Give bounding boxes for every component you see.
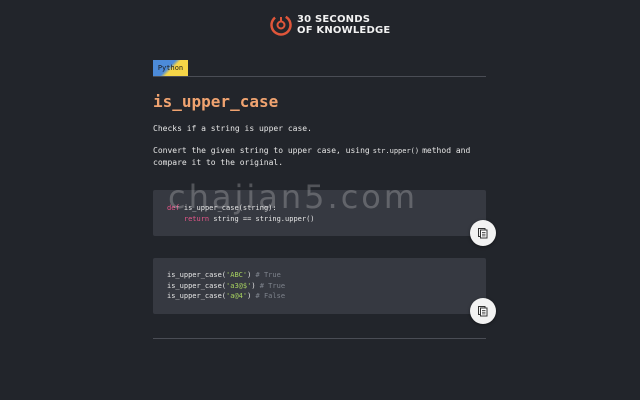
logo-line-2: OF KNOWLEDGE <box>297 25 391 36</box>
example-comment: # True <box>251 271 281 279</box>
copy-icon <box>478 228 488 239</box>
language-tag[interactable]: Python <box>153 60 188 76</box>
logo-text: 30 SECONDS OF KNOWLEDGE <box>297 14 390 36</box>
inline-code: str.upper() <box>372 147 420 155</box>
snippet-description: Checks if a string is upper case. <box>153 124 312 133</box>
example-line: is_upper_case('ABC') # True <box>167 270 281 281</box>
example-line: is_upper_case('a@4') # False <box>167 291 285 302</box>
copy-icon <box>478 306 488 317</box>
example-arg: 'a@4' <box>226 292 248 300</box>
watermark: chajian5.com <box>168 178 419 216</box>
example-call: is_upper_case( <box>167 292 227 300</box>
example-comment: # True <box>255 281 286 290</box>
snippet-title: is_upper_case <box>153 92 279 111</box>
copy-examples-button[interactable] <box>470 298 496 324</box>
examples-block[interactable]: is_upper_case('ABC') # True is_upper_cas… <box>153 258 486 314</box>
example-arg: 'ABC' <box>226 271 248 279</box>
example-comment: # False <box>251 292 286 300</box>
top-divider <box>153 76 486 77</box>
copy-code-button[interactable] <box>470 220 496 246</box>
snippet-explanation: Convert the given string to upper case, … <box>153 145 487 169</box>
bottom-divider <box>153 338 486 339</box>
logo[interactable]: 30 SECONDS OF KNOWLEDGE <box>269 13 390 37</box>
example-call: is_upper_case( <box>167 281 227 290</box>
example-arg: 'a3@$' <box>226 281 252 290</box>
example-call: is_upper_case( <box>167 271 227 279</box>
logo-line-1: 30 SECONDS <box>297 14 371 25</box>
explanation-text-before: Convert the given string to upper case, … <box>153 146 370 155</box>
example-line: is_upper_case('a3@$') # True <box>167 281 285 292</box>
logo-icon <box>270 14 292 36</box>
